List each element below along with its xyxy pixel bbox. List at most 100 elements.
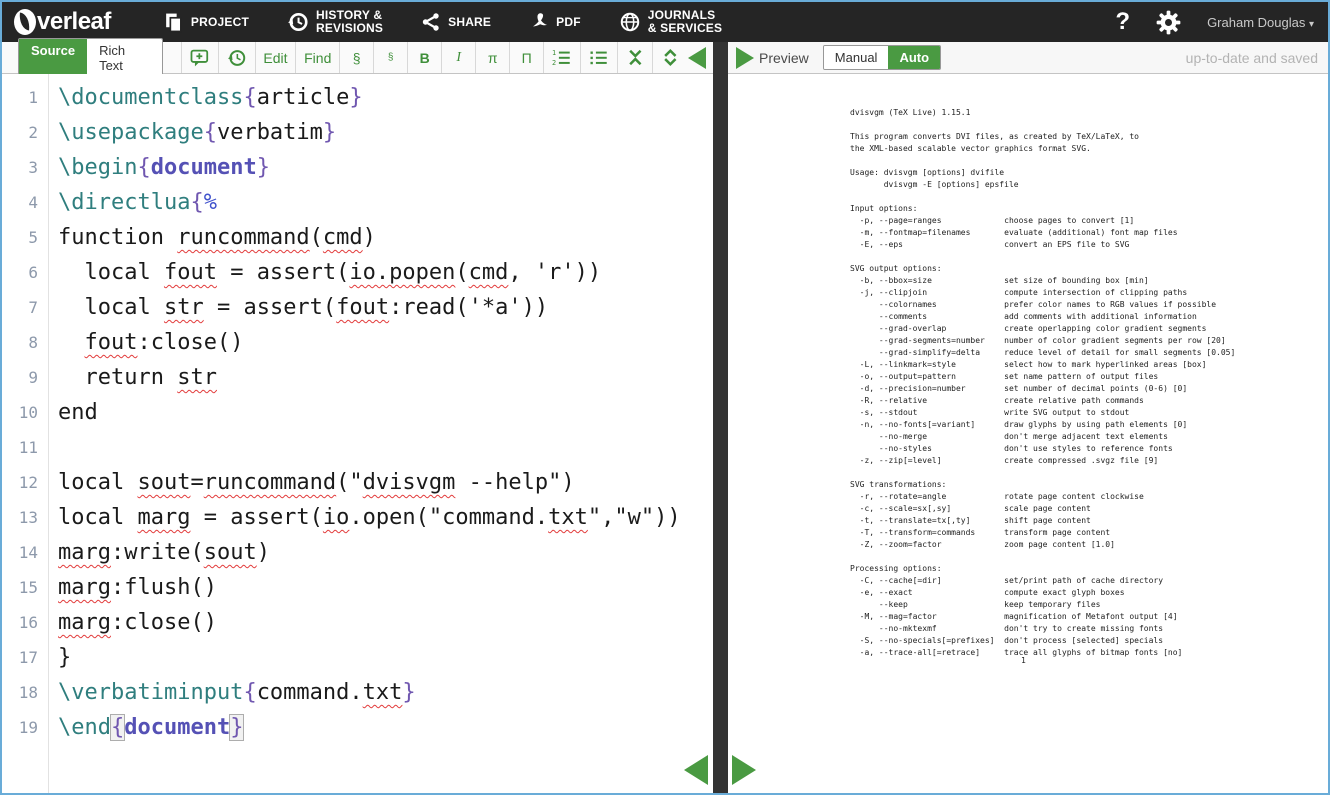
code-line[interactable]: return str [58,360,713,395]
preview-label[interactable]: Preview [759,50,809,66]
code-line[interactable]: local fout = assert(io.popen(cmd, 'r')) [58,255,713,290]
collapse-editor-button[interactable] [688,47,706,69]
line-number: 2 [2,115,48,150]
overleaf-logo[interactable]: verleaf [14,8,111,36]
edit-menu-button[interactable]: Edit [255,42,296,73]
menu-journals-label-2: & SERVICES [648,22,722,35]
top-navigation-bar: verleaf PROJECT HISTORY & REVISIONS SHAR… [2,2,1328,42]
code-editor[interactable]: 12345678910111213141516171819 \documentc… [2,74,713,795]
code-line[interactable]: fout:close() [58,325,713,360]
code-line[interactable]: marg:close() [58,605,713,640]
manual-compile-button[interactable]: Manual [824,46,889,69]
code-line[interactable]: \verbatiminput{command.txt} [58,675,713,710]
expand-preview-button[interactable] [736,47,754,69]
collapse-editor-bottom-button[interactable] [684,755,708,785]
overleaf-window: verleaf PROJECT HISTORY & REVISIONS SHAR… [0,0,1330,795]
menu-pdf[interactable]: PDF [529,11,581,33]
menu-journals-services[interactable]: JOURNALS & SERVICES [619,9,722,35]
code-line[interactable]: \end{document} [58,710,713,745]
menu-history-label-2: REVISIONS [316,22,383,35]
line-number: 7 [2,290,48,325]
expand-chevrons-icon [661,48,680,67]
panel-resize-divider[interactable] [713,42,728,795]
pdf-icon [529,11,549,33]
section-button[interactable]: § [339,42,373,73]
code-line[interactable]: \begin{document} [58,150,713,185]
source-mode-button[interactable]: Source [19,39,87,77]
logo-text: verleaf [37,8,111,36]
menu-project[interactable]: PROJECT [163,12,249,33]
save-status-text: up-to-date and saved [1186,50,1318,66]
unindent-button[interactable] [617,42,653,73]
help-button[interactable]: ? [1115,8,1130,36]
menu-share[interactable]: SHARE [421,12,491,32]
code-line[interactable]: local sout=runcommand("dvisvgm --help") [58,465,713,500]
code-line[interactable]: local marg = assert(io.open("command.txt… [58,500,713,535]
bullet-list-button[interactable] [580,42,617,73]
subsection-button[interactable]: § [373,42,407,73]
pdf-preview-area[interactable]: dvisvgm (TeX Live) 1.15.1 This program c… [728,74,1330,795]
code-line[interactable]: function runcommand(cmd) [58,220,713,255]
code-lines: \documentclass{article}\usepackage{verba… [49,74,713,795]
code-line[interactable]: local str = assert(fout:read('*a')) [58,290,713,325]
history-restore-button[interactable] [218,42,255,73]
preview-panel: Preview Manual Auto up-to-date and saved… [728,42,1330,795]
svg-text:1: 1 [552,49,556,57]
comment-plus-icon [190,48,210,68]
pdf-page-text: dvisvgm (TeX Live) 1.15.1 This program c… [850,107,1235,659]
gutter: 12345678910111213141516171819 [2,74,49,795]
project-icon [163,12,184,33]
ordered-list-icon: 12 [552,48,572,68]
menu-project-label: PROJECT [191,16,249,29]
line-number: 9 [2,360,48,395]
auto-compile-button[interactable]: Auto [888,46,940,69]
code-line[interactable]: marg:flush() [58,570,713,605]
bold-button[interactable]: B [407,42,441,73]
expand-preview-bottom-button[interactable] [732,755,756,785]
code-line[interactable] [58,430,713,465]
add-comment-button[interactable] [181,42,218,73]
chevron-down-icon: ▾ [1309,19,1314,30]
code-line[interactable]: \documentclass{article} [58,80,713,115]
rich-text-mode-button[interactable]: Rich Text [87,39,162,77]
code-line[interactable]: \usepackage{verbatim} [58,115,713,150]
user-name: Graham Douglas [1207,15,1305,30]
history-restore-icon [227,48,247,68]
line-number: 12 [2,465,48,500]
find-button[interactable]: Find [295,42,339,73]
globe-icon [619,11,641,33]
menu-pdf-label: PDF [556,16,581,29]
line-number: 13 [2,500,48,535]
user-menu[interactable]: Graham Douglas ▾ [1207,15,1314,30]
line-number: 3 [2,150,48,185]
preview-toolbar: Preview Manual Auto up-to-date and saved [728,42,1330,74]
code-line[interactable]: marg:write(sout) [58,535,713,570]
numbered-list-button[interactable]: 12 [543,42,580,73]
menu-history-revisions[interactable]: HISTORY & REVISIONS [287,9,383,35]
editor-mode-toggle: Source Rich Text [18,38,163,78]
indent-button[interactable] [652,42,688,73]
editor-panel: Source Rich Text Edit Find § § B I π Π 1… [2,42,713,795]
display-math-button[interactable]: Π [509,42,543,73]
menu-share-label: SHARE [448,16,491,29]
pdf-page-number: 1 [1021,656,1026,665]
line-number: 4 [2,185,48,220]
settings-gear-icon[interactable] [1156,10,1181,35]
topbar-right: ? Graham Douglas ▾ [1115,2,1314,42]
italic-button[interactable]: I [441,42,475,73]
history-icon [287,11,309,33]
code-line[interactable]: } [58,640,713,675]
editor-toolbar: Source Rich Text Edit Find § § B I π Π 1… [2,42,713,74]
line-number: 14 [2,535,48,570]
bullet-list-icon [589,48,609,68]
line-number: 6 [2,255,48,290]
inline-math-button[interactable]: π [475,42,509,73]
overleaf-leaf-icon [14,9,36,35]
collapse-chevrons-icon [626,48,645,67]
line-number: 1 [2,80,48,115]
line-number: 18 [2,675,48,710]
code-line[interactable]: end [58,395,713,430]
topbar-menus: PROJECT HISTORY & REVISIONS SHARE PDF [163,9,722,35]
line-number: 8 [2,325,48,360]
code-line[interactable]: \directlua{% [58,185,713,220]
